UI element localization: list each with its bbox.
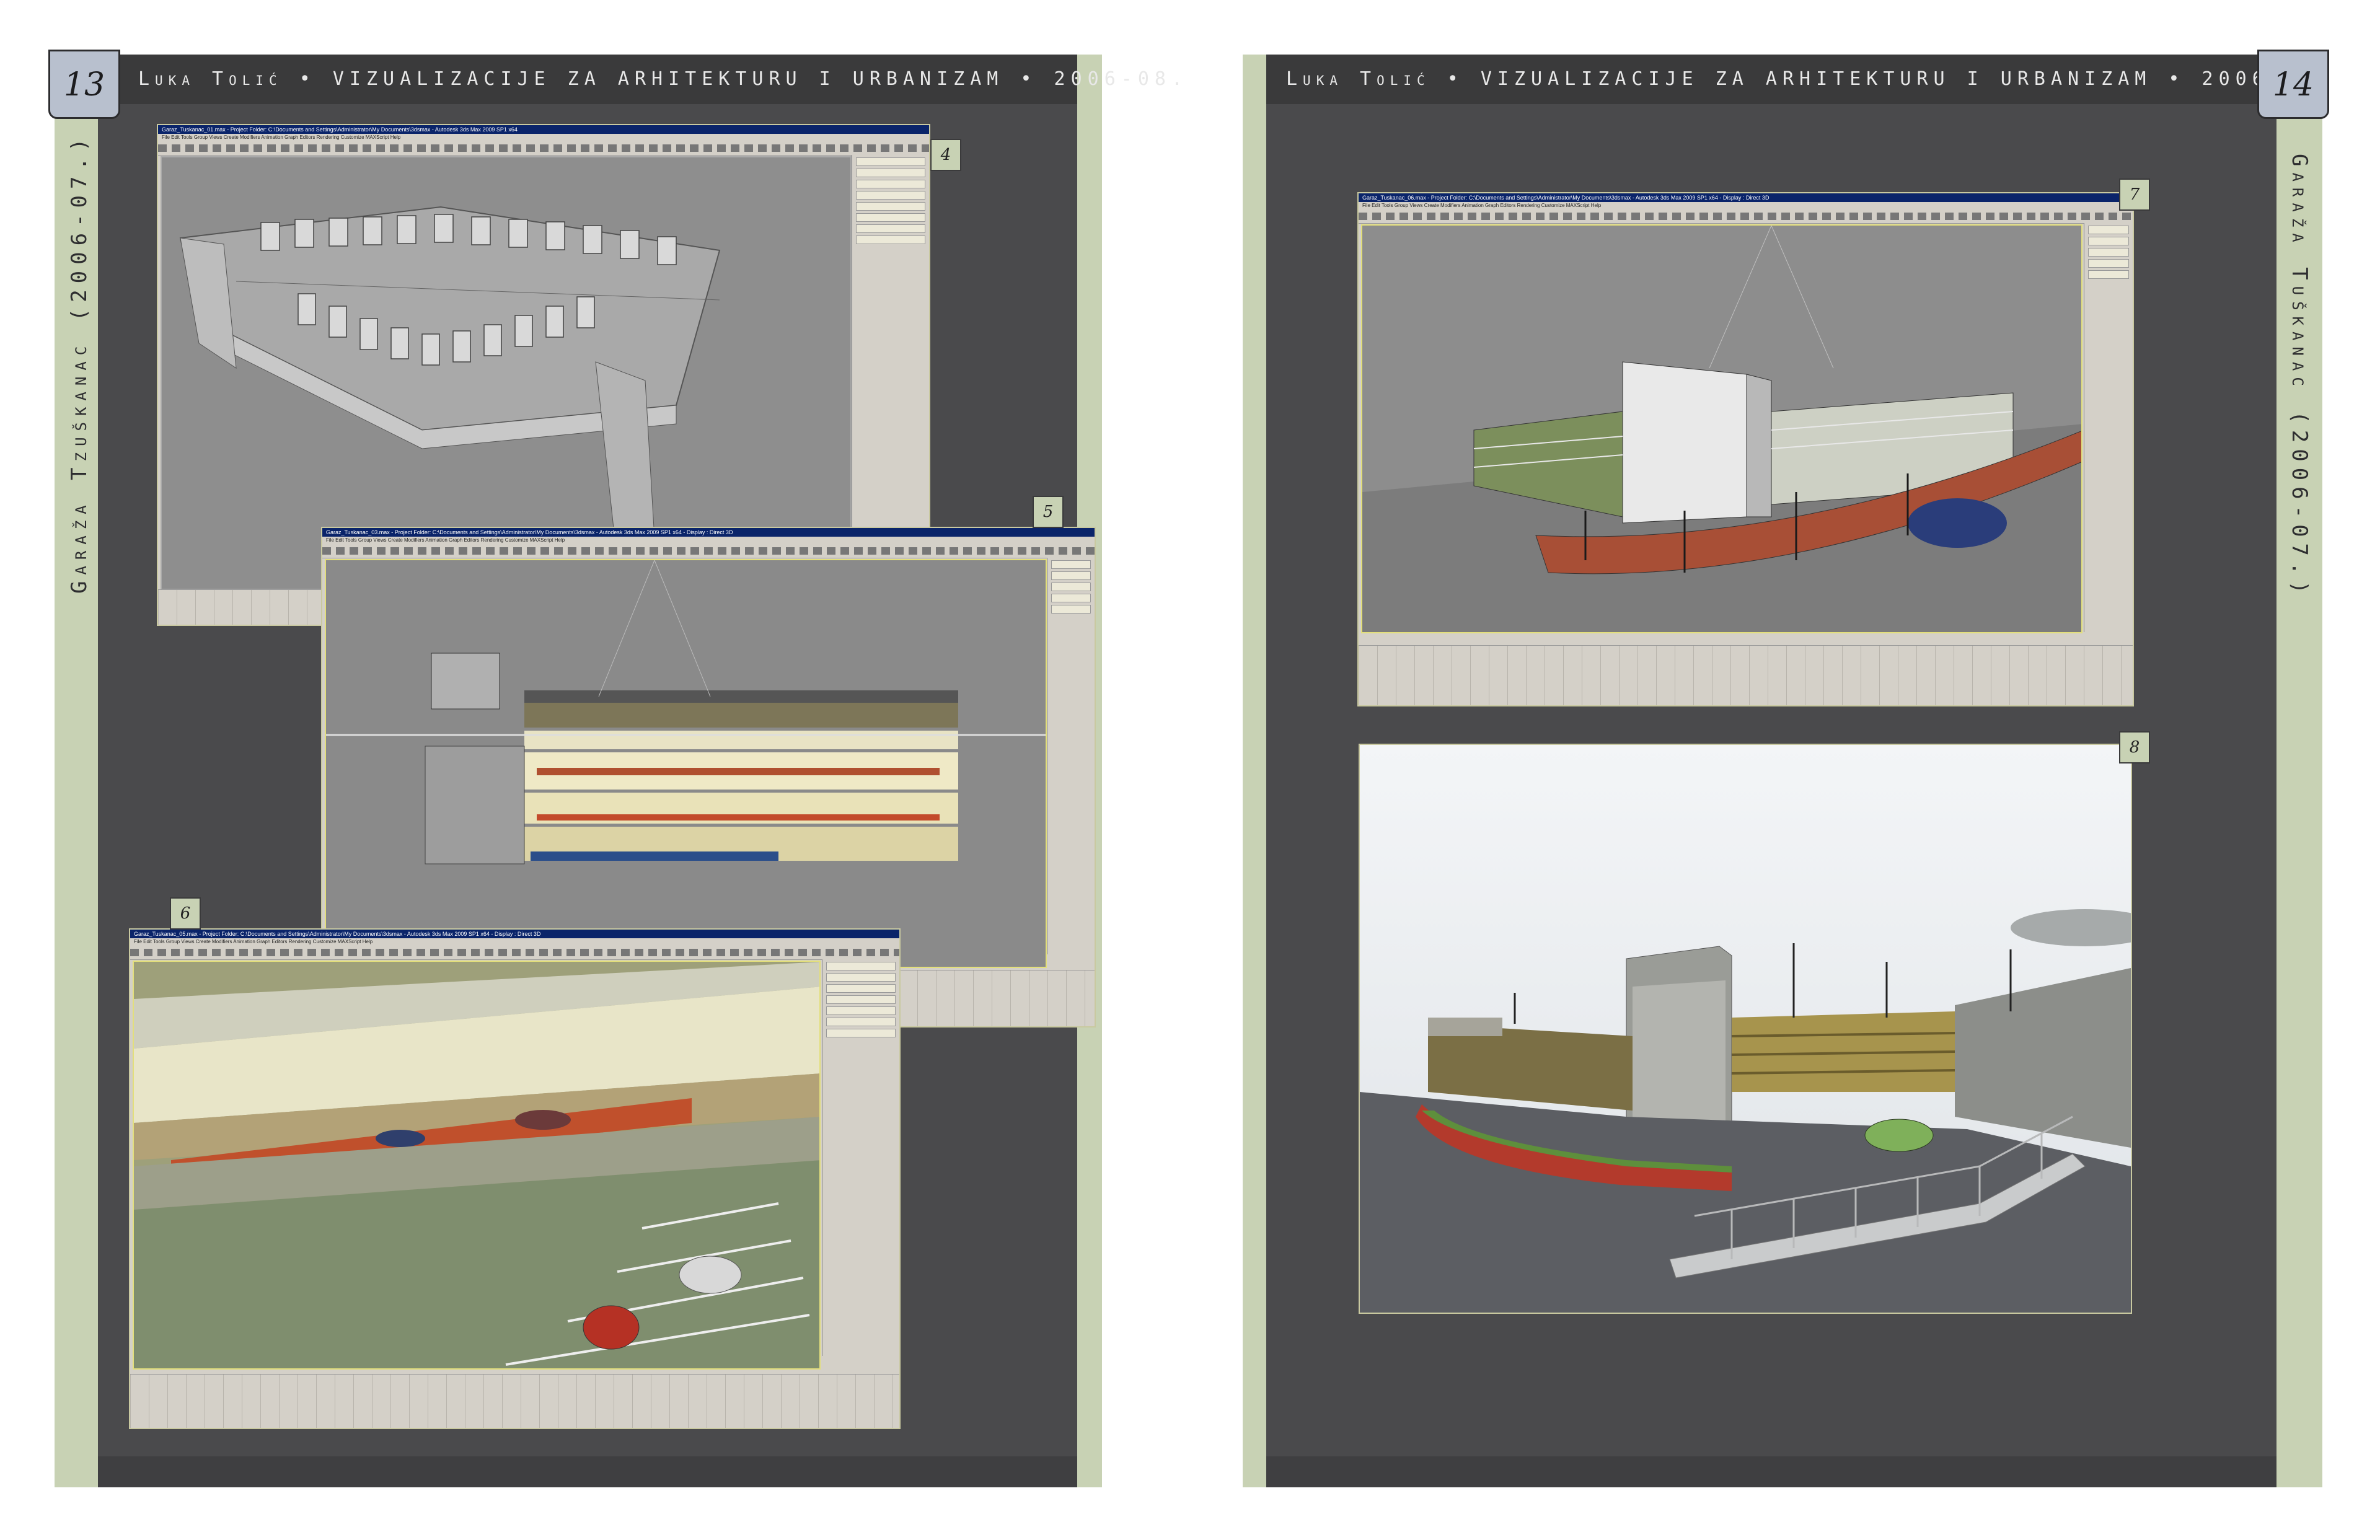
figure-6-toolbar xyxy=(130,946,899,960)
figure-5-toolbar xyxy=(322,544,1095,558)
figure-8-number-badge: 8 xyxy=(2119,731,2150,763)
figure-4-number-badge: 4 xyxy=(930,139,961,171)
figure-7-menubar: File Edit Tools Group Views Create Modif… xyxy=(1359,202,2133,209)
figure-5-section-view xyxy=(326,560,1046,967)
left-header-text: Luka Tolić • VIZUALIZACIJE ZA ARHITEKTUR… xyxy=(138,55,1188,104)
figure-6-menubar: File Edit Tools Group Views Create Modif… xyxy=(130,938,899,946)
figure-4-titlebar: Garaz_Tuskanac_01.max - Project Folder: … xyxy=(158,125,929,134)
figure-5-number-badge: 5 xyxy=(1033,496,1064,528)
figure-7-screenshot: Garaz_Tuskanac_06.max - Project Folder: … xyxy=(1357,192,2134,706)
figure-7-toolbar xyxy=(1359,209,2133,224)
header-title: • VIZUALIZACIJE ZA ARHITEKTURU I URBANIZ… xyxy=(1430,68,2337,90)
figure-5-command-panel xyxy=(1047,558,1095,954)
figure-6-number-badge: 6 xyxy=(170,897,201,930)
header-author: Luka Tolić xyxy=(1286,68,1430,90)
figure-4-toolbar xyxy=(158,141,929,156)
right-page-left-strip xyxy=(1243,55,1266,1487)
figure-8-render xyxy=(1359,744,2132,1314)
page-number-13: 13 xyxy=(48,50,120,119)
figure-4-wireframe-model xyxy=(162,157,850,589)
figure-6-titlebar: Garaz_Tuskanac_05.max - Project Folder: … xyxy=(130,930,899,938)
left-page-footer-band xyxy=(98,1456,1077,1487)
figure-6-parking-interior xyxy=(134,962,819,1368)
figure-6-statusbar xyxy=(130,1374,899,1428)
figure-8-garage-render xyxy=(1360,745,2131,1313)
right-page: Luka Tolić • VIZUALIZACIJE ZA ARHITEKTUR… xyxy=(1243,50,2330,1487)
figure-4-viewport xyxy=(161,156,852,590)
figure-6-screenshot: Garaz_Tuskanac_05.max - Project Folder: … xyxy=(129,928,901,1429)
figure-7-command-panel xyxy=(2084,223,2133,632)
figure-5-menubar: File Edit Tools Group Views Create Modif… xyxy=(322,537,1095,544)
figure-7-statusbar xyxy=(1359,645,2133,705)
figure-6-command-panel xyxy=(822,959,899,1356)
figure-7-viewport xyxy=(1361,224,2082,633)
figure-7-number-badge: 7 xyxy=(2119,178,2150,211)
figure-5-titlebar: Garaz_Tuskanac_03.max - Project Folder: … xyxy=(322,528,1095,537)
right-header-text: Luka Tolić • VIZUALIZACIJE ZA ARHITEKTUR… xyxy=(1286,55,2336,104)
figure-5-viewport xyxy=(325,559,1047,968)
header-title: • VIZUALIZACIJE ZA ARHITEKTURU I URBANIZ… xyxy=(282,68,1189,90)
figure-4-menubar: File Edit Tools Group Views Create Modif… xyxy=(158,134,929,141)
left-vertical-title: Garaža Tzuškanac (2006-07.) xyxy=(67,132,92,594)
figure-4-command-panel xyxy=(852,155,929,589)
figure-7-exterior-wireframe xyxy=(1362,226,2081,632)
left-page: Luka Tolić • VIZUALIZACIJE ZA ARHITEKTUR… xyxy=(48,50,1183,1487)
right-page-footer-band xyxy=(1266,1456,2276,1487)
figure-7-titlebar: Garaz_Tuskanac_06.max - Project Folder: … xyxy=(1359,193,2133,202)
right-vertical-title: Garaža Tuškanac (2006-07.) xyxy=(2287,154,2312,600)
header-author: Luka Tolić xyxy=(138,68,283,90)
page-number-14: 14 xyxy=(2257,50,2329,119)
figure-6-viewport xyxy=(133,961,821,1370)
